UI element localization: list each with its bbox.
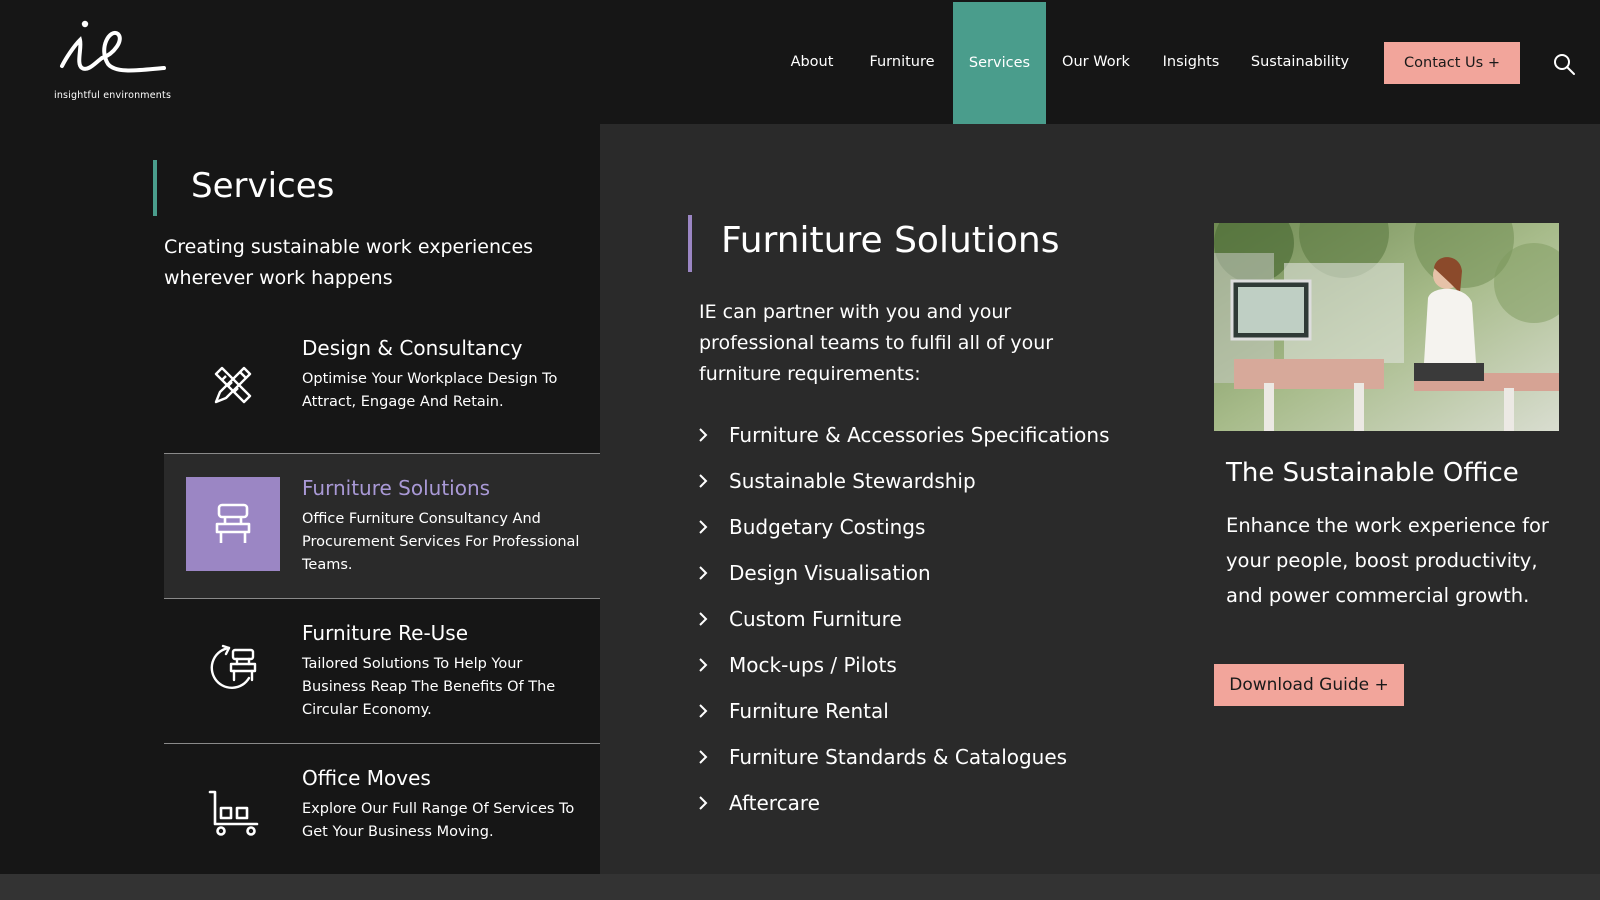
nav-insights[interactable]: Insights [1158,0,1224,124]
list-item-label: Furniture & Accessories Specifications [729,423,1110,447]
list-item[interactable]: Sustainable Stewardship [697,466,1157,496]
logo-mark [60,20,166,73]
nav-sustainability[interactable]: Sustainability [1248,0,1352,124]
chevron-right-icon [699,474,708,488]
furniture-solutions-intro: IE can partner with you and your profess… [699,301,1054,385]
site-header: insightful environments About Furniture … [0,0,1600,124]
trolley-icon [186,766,280,860]
sustainable-office-image[interactable] [1214,223,1559,431]
list-item-label: Design Visualisation [729,561,931,585]
service-design-consultancy[interactable]: Design & Consultancy Optimise Your Workp… [164,328,600,453]
service-furniture-solutions[interactable]: Furniture Solutions Office Furniture Con… [164,454,600,598]
nav-our-work[interactable]: Our Work [1060,0,1132,124]
chevron-right-icon [699,612,708,626]
chevron-right-icon [699,796,708,810]
chair-icon [186,477,280,571]
ie-logo[interactable]: insightful environments [52,18,182,108]
promo-text: Enhance the work experience for your peo… [1226,514,1549,607]
service-description: Office Furniture Consultancy And Procure… [302,511,580,573]
chevron-right-icon [699,750,708,764]
service-office-moves[interactable]: Office Moves Explore Our Full Range Of S… [164,744,600,874]
service-title: Office Moves [302,766,431,790]
list-item-label: Aftercare [729,791,820,815]
services-title-accent [153,160,157,216]
furniture-solutions-accent [688,215,692,272]
circular-chair-icon [186,621,280,715]
chevron-right-icon [699,566,708,580]
list-item-label: Furniture Standards & Catalogues [729,745,1068,769]
list-item-label: Custom Furniture [729,607,902,631]
list-item-label: Budgetary Costings [729,515,926,539]
list-item[interactable]: Furniture Standards & Catalogues [697,742,1157,772]
list-item[interactable]: Furniture & Accessories Specifications [697,420,1157,450]
service-title: Furniture Re-Use [302,621,469,645]
promo-title: The Sustainable Office [1226,458,1519,488]
list-item[interactable]: Budgetary Costings [697,512,1157,542]
download-guide-button[interactable]: Download Guide + [1214,664,1404,706]
bottom-strip [0,874,1600,900]
service-furniture-reuse[interactable]: Furniture Re-Use Tailored Solutions To H… [164,599,600,743]
list-item-label: Furniture Rental [729,699,889,723]
list-item[interactable]: Furniture Rental [697,696,1157,726]
services-title: Services [191,166,335,206]
chevron-right-icon [699,428,708,442]
list-item[interactable]: Aftercare [697,788,1157,818]
furniture-solutions-title: Furniture Solutions [721,220,1060,261]
service-description: Optimise Your Workplace Design To Attrac… [302,371,558,410]
list-item[interactable]: Custom Furniture [697,604,1157,634]
services-subtitle: Creating sustainable work experiences wh… [164,236,534,289]
chevron-right-icon [699,704,708,718]
list-item-label: Mock-ups / Pilots [729,653,897,677]
service-title: Furniture Solutions [302,476,491,500]
chevron-right-icon [699,520,708,534]
list-item-label: Sustainable Stewardship [729,469,976,493]
nav-services[interactable]: Services [953,2,1046,124]
list-item[interactable]: Mock-ups / Pilots [697,650,1157,680]
nav-about[interactable]: About [780,0,844,124]
design-tools-icon [186,338,280,432]
service-title: Design & Consultancy [302,336,523,360]
contact-us-button[interactable]: Contact Us + [1384,42,1520,84]
chevron-right-icon [699,658,708,672]
service-description: Explore Our Full Range Of Services To Ge… [302,801,575,840]
service-description: Tailored Solutions To Help Your Business… [302,656,556,718]
list-item[interactable]: Design Visualisation [697,558,1157,588]
nav-furniture[interactable]: Furniture [862,0,942,124]
search-icon[interactable] [1552,52,1576,76]
logo-text: insightful environments [54,90,172,101]
